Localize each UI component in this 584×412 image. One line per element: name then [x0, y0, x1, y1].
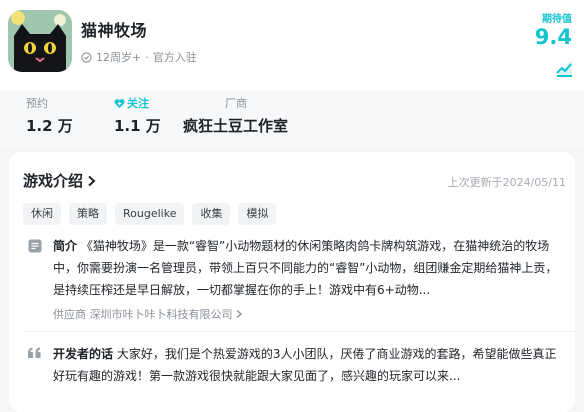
game-title: 猫神牧场	[81, 21, 148, 40]
reservations-stat: 预约 1.2 万	[26, 95, 73, 136]
game-icon[interactable]	[8, 10, 72, 72]
developer-label: 厂商	[225, 97, 247, 110]
tag-casual[interactable]: 休闲	[23, 203, 61, 225]
meta-separator: ·	[145, 50, 149, 64]
supplier-link[interactable]: 供应商 深圳市咔卜咔卜科技有限公司	[53, 306, 243, 322]
dev-note-label: 开发者的话	[53, 347, 114, 361]
follow-stat[interactable]: 关注 1.1 万	[114, 95, 161, 136]
last-updated: 上次更新于2024/05/11	[447, 176, 566, 189]
tag-strategy[interactable]: 策略	[69, 203, 107, 225]
developer-value[interactable]: 疯狂土豆工作室	[183, 115, 288, 136]
reservations-value: 1.2 万	[26, 117, 73, 135]
heart-plus-icon	[114, 98, 125, 108]
reservations-label: 预约	[26, 97, 48, 110]
developer-note[interactable]: 开发者的话 大家好，我们是个热爱游戏的3人小团队，厌倦了商业游戏的套路，希望能做…	[53, 343, 568, 387]
tag-collect[interactable]: 收集	[192, 203, 231, 225]
developer-stat[interactable]: 厂商 疯狂土豆工作室	[183, 95, 288, 136]
quote-icon	[28, 347, 41, 358]
dev-note-text: 大家好，我们是个热爱游戏的3人小团队，厌倦了商业游戏的套路，希望能做些真正好玩有…	[53, 347, 557, 383]
summary-label: 简介	[53, 239, 78, 253]
section-divider	[23, 331, 575, 332]
summary-text: 《猫神牧场》是一款“睿智”小动物题材的休闲策略肉鸽卡牌构筑游戏，在猫神统治的牧场…	[53, 239, 558, 297]
intro-summary[interactable]: 简介 《猫神牧场》是一款“睿智”小动物题材的休闲策略肉鸽卡牌构筑游戏，在猫神统治…	[53, 235, 568, 301]
chevron-right-icon	[236, 309, 242, 319]
game-intro-card: 游戏介绍 上次更新于2024/05/11 休闲 策略 Rougelike 收集 …	[9, 152, 575, 412]
tag-simulation[interactable]: 模拟	[238, 203, 277, 225]
rating-trend-icon[interactable]	[554, 58, 574, 78]
follow-label: 关注	[114, 95, 161, 111]
tag-list: 休闲 策略 Rougelike 收集 模拟	[23, 203, 277, 225]
chevron-right-icon	[88, 175, 96, 186]
expectation-score: 期待值 9.4	[535, 10, 572, 49]
age-rating-icon	[81, 51, 92, 63]
rating-value: 9.4	[534, 25, 572, 49]
age-rating: 12周岁+	[96, 51, 142, 64]
game-header: 猫神牧场 12周岁+ · 官方入驻 期待值 9.4	[0, 0, 584, 90]
rating-label: 期待值	[542, 14, 572, 25]
official-badge: 官方入驻	[152, 51, 197, 64]
follow-value: 1.1 万	[114, 117, 161, 135]
stats-bar: 预约 1.2 万 关注 1.1 万 厂商 疯狂土豆工作室	[0, 90, 584, 146]
document-icon	[28, 239, 42, 253]
game-meta: 12周岁+ · 官方入驻	[81, 49, 197, 65]
intro-section-title[interactable]: 游戏介绍	[23, 170, 96, 191]
tag-roguelike[interactable]: Rougelike	[115, 203, 185, 225]
